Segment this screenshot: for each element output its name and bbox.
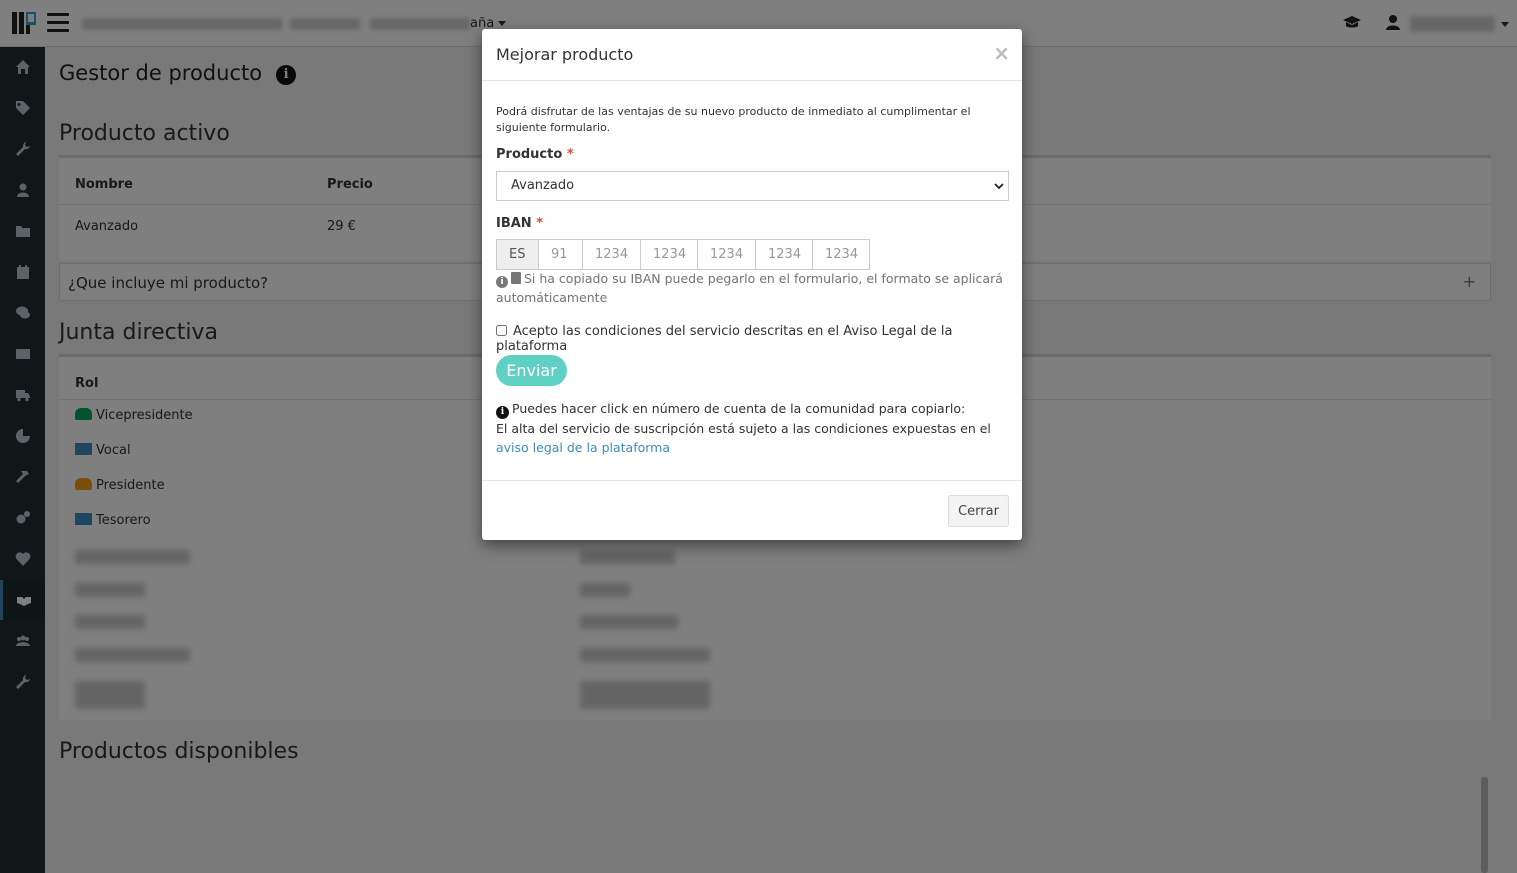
chevron-down-icon <box>994 183 1004 190</box>
accept-terms-checkbox[interactable] <box>496 325 507 336</box>
product-label-text: Producto <box>496 147 563 162</box>
modal-footer: Cerrar <box>482 480 1022 540</box>
product-select-value: Avanzado <box>511 178 575 193</box>
note-line-copy: Puedes hacer click en número de cuenta d… <box>512 401 966 416</box>
clipboard-icon <box>511 272 521 284</box>
iban-label-text: IBAN <box>496 216 532 231</box>
send-button[interactable]: Enviar <box>496 355 567 386</box>
iban-hint: i Si ha copiado su IBAN puede pegarlo en … <box>496 269 1006 307</box>
iban-field-1[interactable]: 1234 <box>582 239 641 270</box>
close-button[interactable]: Cerrar <box>948 495 1009 527</box>
iban-field-2[interactable]: 1234 <box>640 239 698 270</box>
iban-field-3[interactable]: 1234 <box>697 239 756 270</box>
modal-intro-text: Podrá disfrutar de las ventajas de su nu… <box>496 105 971 134</box>
iban-input-group: ES 91 1234 1234 1234 1234 1234 <box>496 239 870 270</box>
product-select[interactable]: Avanzado <box>496 171 1009 201</box>
iban-hint-text: Si ha copiado su IBAN puede pegarlo en e… <box>496 271 1003 305</box>
modal-title: Mejorar producto <box>496 45 634 64</box>
iban-country-prefix: ES <box>496 239 539 270</box>
iban-field-check[interactable]: 91 <box>538 239 583 270</box>
accept-terms-text: Acepto las condiciones del servicio desc… <box>496 324 953 354</box>
close-icon[interactable]: × <box>993 41 1010 65</box>
modal-header: Mejorar producto × <box>482 29 1022 81</box>
product-label: Producto * <box>496 147 574 162</box>
info-icon: i <box>496 406 509 419</box>
accept-terms-row[interactable]: Acepto las condiciones del servicio desc… <box>496 324 1022 354</box>
required-mark: * <box>566 147 574 162</box>
modal-note: i Puedes hacer click en número de cuenta … <box>496 399 1006 457</box>
iban-label: IBAN * <box>496 216 543 231</box>
required-mark: * <box>536 216 544 231</box>
legal-notice-link[interactable]: aviso legal de la plataforma <box>496 440 670 455</box>
note-line-terms: El alta del servicio de suscripción está… <box>496 421 991 436</box>
iban-field-4[interactable]: 1234 <box>755 239 813 270</box>
info-icon: i <box>496 276 508 288</box>
upgrade-product-modal: Mejorar producto × Podrá disfrutar de la… <box>482 29 1022 540</box>
iban-field-5[interactable]: 1234 <box>812 239 870 270</box>
